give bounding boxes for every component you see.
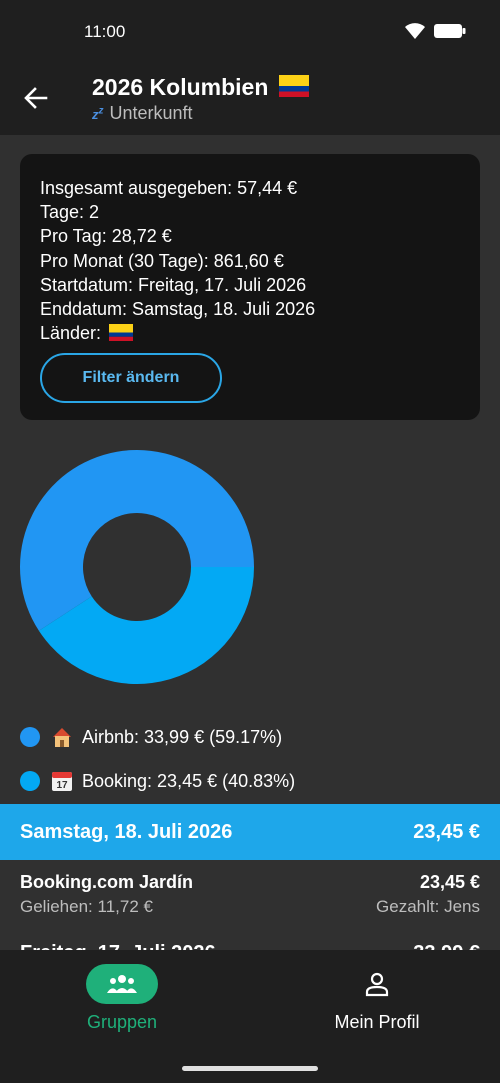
wifi-icon <box>405 23 425 39</box>
stat-per-month: Pro Monat (30 Tage): 861,60 € <box>40 250 284 271</box>
legend-label-airbnb: Airbnb: 33,99 € (59.17%) <box>82 726 283 747</box>
day-group-date: Samstag, 18. Juli 2026 <box>20 820 233 843</box>
colombia-flag-icon <box>109 324 134 342</box>
filter-change-button[interactable]: Filter ändern <box>40 353 222 403</box>
nav-label-profile: Mein Profil <box>334 1012 420 1032</box>
day-group-header: Samstag, 18. Juli 2026 23,45 € <box>0 804 500 860</box>
bottom-navigation: Gruppen Mein Profil <box>0 950 500 1083</box>
page-title: 2026 Kolumbien <box>92 74 309 101</box>
person-icon <box>365 972 389 997</box>
home-indicator <box>182 1066 318 1071</box>
stat-countries: Länder: <box>40 321 460 345</box>
stat-countries-label: Länder: <box>40 323 102 344</box>
legend-dot <box>20 727 40 747</box>
legend-dot <box>20 771 40 791</box>
expense-paid-by: Gezahlt: Jens <box>376 897 480 916</box>
legend-item-booking: 17 Booking: 23,45 € (40.83%) <box>20 769 295 793</box>
back-arrow-icon[interactable] <box>22 84 50 112</box>
donut-chart-svg <box>19 450 255 684</box>
groups-icon <box>107 975 137 993</box>
status-icons <box>404 22 466 40</box>
nav-label-groups: Gruppen <box>86 1012 158 1032</box>
page-title-text: 2026 Kolumbien <box>92 74 269 100</box>
svg-text:17: 17 <box>56 780 68 791</box>
stat-start-date: Startdatum: Freitag, 17. Juli 2026 <box>40 274 307 295</box>
legend-label-booking: Booking: 23,45 € (40.83%) <box>82 770 296 791</box>
house-icon <box>53 728 71 747</box>
stat-per-day: Pro Tag: 28,72 € <box>40 226 172 247</box>
colombia-flag-icon <box>278 75 309 97</box>
nav-item-profile[interactable]: Mein Profil <box>297 964 457 1033</box>
day-group-total: 23,45 € <box>413 820 480 843</box>
battery-icon <box>434 24 466 38</box>
sleeping-zzz-icon: zz <box>92 105 104 122</box>
page-subtitle-text: Unterkunft <box>109 103 193 123</box>
stat-total: Insgesamt ausgegeben: 57,44 € <box>40 178 298 198</box>
nav-active-indicator <box>86 964 158 1004</box>
status-bar: 11:00 <box>0 0 500 64</box>
status-time: 11:00 <box>84 22 126 41</box>
expense-amount: 23,45 € <box>419 872 480 892</box>
page-subtitle: zz Unterkunft <box>92 103 193 124</box>
expense-borrowed: Geliehen: 11,72 € <box>20 897 153 916</box>
stats-card: Insgesamt ausgegeben: 57,44 € Tage: 2 Pr… <box>20 154 480 420</box>
donut-chart <box>19 450 255 684</box>
legend-item-airbnb: Airbnb: 33,99 € (59.17%) <box>20 725 282 749</box>
expense-name: Booking.com Jardín <box>20 872 194 892</box>
expense-entry[interactable]: Booking.com Jardín 23,45 € Geliehen: 11,… <box>0 860 500 932</box>
next-day-group-header: Freitag, 17. Juli 2026 33,99 € <box>0 932 500 952</box>
calendar-icon: 17 <box>52 772 72 791</box>
stat-days: Tage: 2 <box>40 202 100 223</box>
app-bar: 2026 Kolumbien zz Unterkunft <box>0 64 500 135</box>
stat-end-date: Enddatum: Samstag, 18. Juli 2026 <box>40 299 316 320</box>
nav-item-groups[interactable]: Gruppen <box>42 964 202 1033</box>
